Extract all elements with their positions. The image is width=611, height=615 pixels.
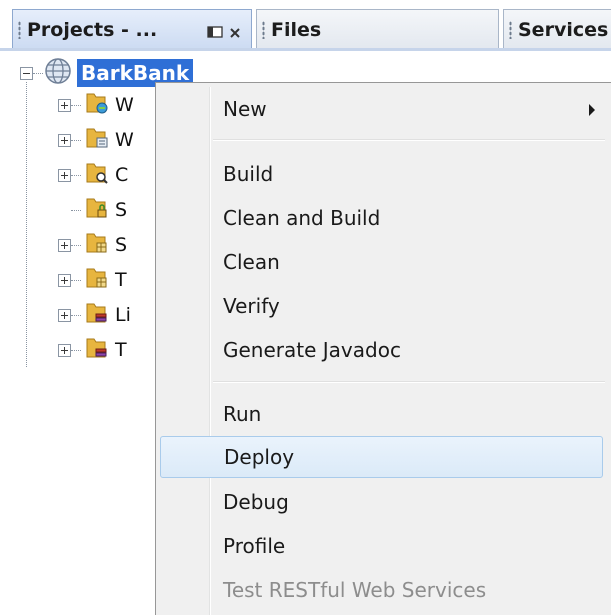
menu-item-build[interactable]: Build	[160, 157, 603, 191]
web-config-folder-icon	[85, 126, 109, 154]
close-icon[interactable]	[229, 22, 241, 44]
tree-node[interactable]: W	[58, 125, 134, 155]
libraries-folder-icon	[85, 301, 109, 329]
menu-item-label: Verify	[223, 294, 280, 318]
menu-item-label: Build	[223, 162, 274, 186]
tab-services-label: Services	[518, 18, 609, 41]
tree-node[interactable]: S	[58, 230, 127, 260]
expand-toggle[interactable]	[58, 133, 71, 147]
menu-item-label: New	[223, 97, 267, 121]
menu-item-test-restful-web-services[interactable]: Test RESTful Web Services	[160, 573, 603, 607]
tree-connector	[71, 314, 81, 316]
tree-node-label: S	[115, 199, 128, 221]
expand-toggle[interactable]	[58, 308, 71, 322]
tree-node-label: T	[115, 339, 127, 361]
menu-separator	[213, 381, 605, 383]
expand-toggle[interactable]	[58, 98, 71, 112]
tree-node[interactable]: T	[58, 265, 127, 295]
menu-item-label: Debug	[223, 490, 289, 514]
menu-item-label: Clean	[223, 250, 280, 274]
menu-item-label: Test RESTful Web Services	[223, 578, 487, 602]
menu-item-generate-javadoc[interactable]: Generate Javadoc	[160, 333, 603, 367]
tree-node-label: Li	[115, 304, 131, 326]
tree-connector	[33, 72, 43, 74]
tree-node-label: W	[115, 129, 134, 151]
tab-files-label: Files	[271, 18, 322, 41]
submenu-arrow-icon	[589, 104, 595, 116]
globe-icon	[43, 57, 73, 89]
tree-connector	[71, 174, 81, 176]
tab-underline	[0, 48, 611, 51]
source-packages-folder-icon	[85, 231, 109, 259]
tree-connector	[71, 349, 81, 351]
tree-node[interactable]: Li	[58, 300, 131, 330]
panel-tab-bar: Projects - ... Files Services	[0, 0, 611, 52]
tree-node-label: S	[115, 234, 128, 256]
tree-connector	[71, 139, 81, 141]
expand-toggle[interactable]	[58, 238, 71, 252]
tab-projects-label: Projects - ...	[27, 18, 158, 41]
menu-item-label: Run	[223, 402, 262, 426]
menu-item-clean-and-build[interactable]: Clean and Build	[160, 201, 603, 235]
server-resources-folder-icon	[85, 196, 109, 224]
menu-item-label: Generate Javadoc	[223, 338, 401, 362]
context-menu: New Build Clean and Build Clean Verify G…	[155, 82, 611, 615]
menu-item-profile[interactable]: Profile	[160, 529, 603, 563]
tree-node[interactable]: S	[58, 195, 127, 225]
expand-toggle[interactable]	[58, 168, 71, 182]
tree-node[interactable]: W	[58, 90, 134, 120]
tab-files[interactable]: Files	[256, 9, 499, 49]
web-pages-folder-icon	[85, 91, 109, 119]
config-files-folder-icon	[85, 161, 109, 189]
tree-node-label: T	[115, 269, 127, 291]
tab-projects[interactable]: Projects - ...	[12, 9, 252, 49]
test-libraries-folder-icon	[85, 336, 109, 364]
menu-item-verify[interactable]: Verify	[160, 289, 603, 323]
expand-toggle[interactable]	[58, 273, 71, 287]
minimize-window-icon[interactable]	[207, 22, 223, 44]
menu-item-debug[interactable]: Debug	[160, 485, 603, 519]
menu-item-label: Clean and Build	[223, 206, 381, 230]
menu-item-new[interactable]: New	[160, 92, 603, 126]
drag-grip[interactable]	[262, 20, 265, 39]
collapse-toggle[interactable]	[20, 66, 33, 80]
expand-toggle[interactable]	[58, 343, 71, 357]
tree-connector	[71, 244, 81, 246]
tab-services[interactable]: Services	[503, 9, 611, 49]
drag-grip[interactable]	[509, 20, 512, 39]
tree-guide-line	[26, 82, 27, 367]
menu-item-label: Deploy	[224, 445, 295, 469]
drag-grip[interactable]	[18, 20, 21, 39]
test-packages-folder-icon	[85, 266, 109, 294]
tree-connector	[71, 279, 81, 281]
menu-item-run[interactable]: Run	[160, 397, 603, 431]
tree-connector	[71, 209, 81, 211]
tree-connector	[71, 104, 81, 106]
menu-item-label: Profile	[223, 534, 286, 558]
menu-item-deploy[interactable]: Deploy	[160, 436, 603, 478]
tree-node-label: C	[115, 164, 129, 186]
menu-separator	[213, 139, 605, 141]
tree-node[interactable]: C	[58, 160, 128, 190]
tree-node[interactable]: T	[58, 335, 127, 365]
tree-node-label: W	[115, 94, 134, 116]
tree-connector-spacer	[58, 204, 71, 217]
menu-item-clean[interactable]: Clean	[160, 245, 603, 279]
